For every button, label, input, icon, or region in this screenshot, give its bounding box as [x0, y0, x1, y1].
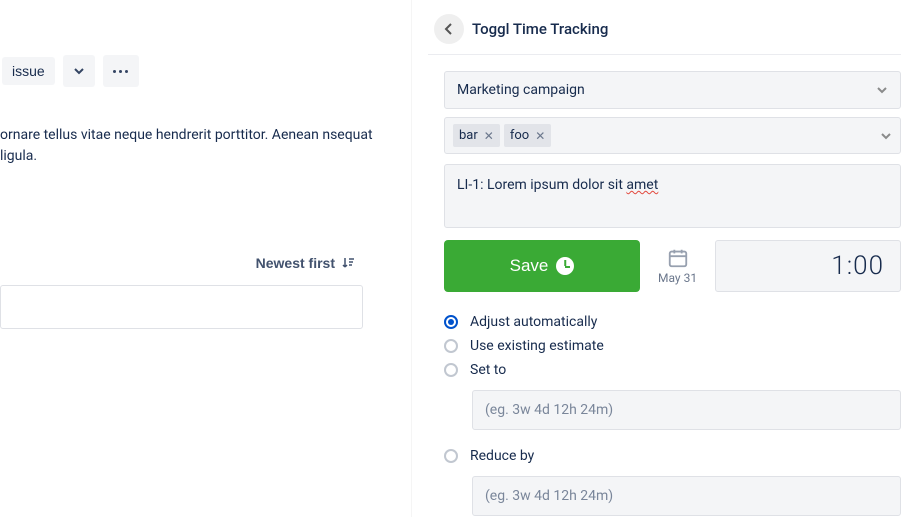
toggl-panel: Toggl Time Tracking Marketing campaign b…: [412, 0, 909, 517]
description-input[interactable]: LI-1: Lorem ipsum dolor sit amet: [444, 164, 901, 228]
project-select[interactable]: Marketing campaign: [444, 71, 901, 109]
radio-reduce-by[interactable]: Reduce by: [444, 448, 901, 464]
issue-description: ornare tellus vitae neque hendrerit port…: [0, 125, 411, 167]
more-actions-button[interactable]: [103, 55, 139, 87]
radio-use-existing[interactable]: Use existing estimate: [444, 338, 901, 354]
comment-input[interactable]: [0, 285, 363, 329]
radio-label: Adjust automatically: [470, 314, 597, 330]
sort-desc-icon: [341, 256, 355, 270]
chevron-down-icon: [880, 130, 892, 142]
set-to-input[interactable]: (eg. 3w 4d 12h 24m): [472, 390, 901, 430]
reduce-by-input[interactable]: (eg. 3w 4d 12h 24m): [472, 476, 901, 516]
clock-icon: [556, 257, 574, 275]
radio-label: Set to: [470, 362, 506, 378]
radio-set-to[interactable]: Set to: [444, 362, 901, 378]
jira-toolbar: issue: [0, 55, 411, 87]
duration-value: 1:00: [831, 251, 884, 281]
back-button[interactable]: [434, 14, 464, 44]
save-label: Save: [510, 256, 549, 276]
sort-label: Newest first: [256, 255, 335, 271]
radio-icon: [444, 449, 458, 463]
tags-select[interactable]: bar ✕ foo ✕: [444, 117, 901, 154]
issue-dropdown-button[interactable]: [63, 55, 95, 87]
tag: foo ✕: [504, 124, 551, 147]
duration-input[interactable]: 1:00: [715, 240, 901, 292]
radio-label: Use existing estimate: [470, 338, 604, 354]
radio-label: Reduce by: [470, 448, 534, 464]
tag-remove-button[interactable]: ✕: [484, 129, 494, 143]
date-picker[interactable]: May 31: [658, 240, 697, 292]
tag-list: bar ✕ foo ✕: [453, 124, 551, 147]
calendar-icon: [667, 247, 689, 269]
chevron-down-icon: [73, 65, 85, 77]
panel-header: Toggl Time Tracking: [428, 10, 901, 55]
tag-label: bar: [459, 128, 478, 143]
jira-left-region: issue ornare tellus vitae neque hendreri…: [0, 0, 412, 517]
spellcheck-word: amet: [626, 177, 658, 193]
date-label: May 31: [658, 271, 697, 285]
dots-icon: [113, 70, 116, 73]
radio-adjust-auto[interactable]: Adjust automatically: [444, 314, 901, 330]
tag-label: foo: [510, 128, 529, 143]
radio-icon: [444, 315, 458, 329]
estimate-adjust-group: Adjust automatically Use existing estima…: [444, 314, 901, 517]
save-button[interactable]: Save: [444, 240, 640, 292]
panel-title: Toggl Time Tracking: [472, 20, 608, 38]
description-text: LI-1: Lorem ipsum dolor sit: [457, 177, 626, 193]
project-value: Marketing campaign: [457, 82, 585, 98]
issue-button[interactable]: issue: [2, 57, 55, 85]
radio-icon: [444, 339, 458, 353]
chevron-down-icon: [876, 84, 888, 96]
radio-icon: [444, 363, 458, 377]
comments-sort-button[interactable]: Newest first: [256, 255, 355, 271]
tag: bar ✕: [453, 124, 500, 147]
tag-remove-button[interactable]: ✕: [535, 129, 545, 143]
arrow-left-icon: [441, 21, 457, 37]
